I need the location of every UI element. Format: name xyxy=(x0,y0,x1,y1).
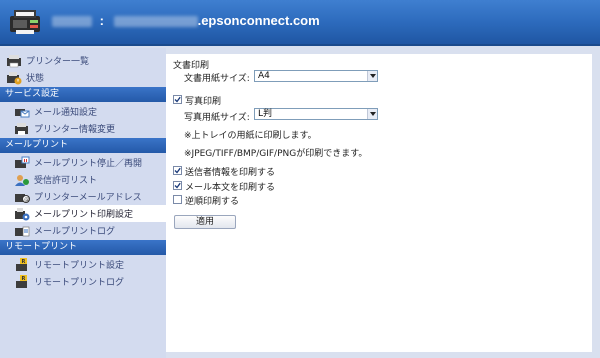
sidebar-item-status[interactable]: 状態 xyxy=(0,69,166,86)
svg-text:@: @ xyxy=(24,197,29,203)
svg-text:R: R xyxy=(22,276,26,282)
printer-list-icon xyxy=(7,54,21,67)
sidebar-item-printer-mail-address[interactable]: @ プリンターメールアドレス xyxy=(0,188,166,205)
sidebar-item-mail-notify[interactable]: メール通知設定 xyxy=(0,103,166,120)
allow-list-icon xyxy=(15,174,29,186)
doc-paper-size-value: A4 xyxy=(258,71,270,81)
email-print-log-icon xyxy=(15,226,30,236)
sidebar-item-remote-print-log[interactable]: R リモートプリントログ xyxy=(0,273,166,290)
photo-paper-size-label: 写真用紙サイズ: xyxy=(184,113,250,123)
sidebar-item-remote-print-settings[interactable]: R リモートプリント設定 xyxy=(0,256,166,273)
chevron-down-icon xyxy=(367,71,377,81)
photo-print-label: 写真印刷 xyxy=(185,97,222,107)
email-print-settings-icon xyxy=(15,207,30,220)
sidebar-item-label: リモートプリントログ xyxy=(34,278,125,288)
mail-notify-icon xyxy=(15,108,30,117)
note-upper-tray: ※上トレイの用紙に印刷します。 xyxy=(184,131,317,141)
email-print-settings-panel: 文書印刷 文書用紙サイズ: A4 写真印刷 写真用紙サイズ: L判 ※上トレイの… xyxy=(166,54,592,352)
section-remote-print: リモートプリント xyxy=(0,240,166,255)
note-supported-formats: ※JPEG/TIFF/BMP/GIF/PNGが印刷できます。 xyxy=(184,149,368,159)
redacted-printer-name xyxy=(52,16,92,28)
print-sender-info-checkbox[interactable] xyxy=(173,166,182,175)
section-service-settings: サービス設定 xyxy=(0,87,166,102)
printer-status-icon xyxy=(7,71,22,84)
reverse-print-label: 逆順印刷する xyxy=(185,197,240,207)
sidebar-item-label: メール通知設定 xyxy=(34,108,98,118)
sidebar-item-label: リモートプリント設定 xyxy=(34,261,125,271)
sidebar: プリンター一覧 状態 サービス設定 メール通知設定 プリンター情報変更 メールプ… xyxy=(0,48,166,358)
sidebar-item-allow-list[interactable]: 受信許可リスト xyxy=(0,171,166,188)
reverse-print-checkbox[interactable] xyxy=(173,195,182,204)
print-mail-body-label: メール本文を印刷する xyxy=(185,183,276,193)
chevron-down-icon xyxy=(367,109,377,119)
doc-paper-size-label: 文書用紙サイズ: xyxy=(184,74,250,84)
sidebar-item-printer-info[interactable]: プリンター情報変更 xyxy=(0,120,166,137)
sidebar-item-email-pause[interactable]: メールプリント停止／再開 xyxy=(0,154,166,171)
photo-paper-size-select[interactable]: L判 xyxy=(254,108,378,120)
header-domain: .epsonconnect.com xyxy=(197,13,320,28)
sidebar-item-label: プリンター一覧 xyxy=(26,57,90,67)
sidebar-item-email-print-settings[interactable]: メールプリント印刷設定 xyxy=(0,205,166,222)
sidebar-item-label: メールプリント停止／再開 xyxy=(34,159,143,169)
sidebar-item-label: メールプリント印刷設定 xyxy=(34,210,134,220)
apply-button[interactable]: 適用 xyxy=(174,215,236,229)
remote-print-log-icon: R xyxy=(16,274,27,288)
photo-print-checkbox[interactable] xyxy=(173,95,182,104)
header-separator: : xyxy=(99,13,104,28)
checkmark-icon xyxy=(174,167,181,174)
sidebar-item-printer-list[interactable]: プリンター一覧 xyxy=(0,52,166,69)
checkmark-icon xyxy=(174,182,181,189)
svg-text:R: R xyxy=(22,259,26,265)
sidebar-item-email-print-log[interactable]: メールプリントログ xyxy=(0,222,166,239)
section-email-print: メールプリント xyxy=(0,138,166,153)
doc-paper-size-select[interactable]: A4 xyxy=(254,70,378,82)
remote-print-settings-icon: R xyxy=(16,257,27,271)
checkmark-icon xyxy=(174,96,181,103)
print-mail-body-checkbox[interactable] xyxy=(173,181,182,190)
print-sender-info-label: 送信者情報を印刷する xyxy=(185,168,276,178)
email-pause-icon xyxy=(15,156,30,168)
redacted-email-user xyxy=(113,16,198,28)
sidebar-item-label: 状態 xyxy=(26,74,45,84)
header-bar: : .epsonconnect.com xyxy=(0,0,600,46)
sidebar-item-label: プリンター情報変更 xyxy=(34,125,116,135)
header-title: : .epsonconnect.com xyxy=(52,13,320,28)
sidebar-item-label: 受信許可リスト xyxy=(34,176,98,186)
printer-icon xyxy=(10,10,40,34)
sidebar-item-label: メールプリントログ xyxy=(34,227,116,237)
printer-info-icon xyxy=(15,122,28,135)
sidebar-item-label: プリンターメールアドレス xyxy=(34,193,142,203)
photo-paper-size-value: L判 xyxy=(258,109,273,119)
doc-print-heading: 文書印刷 xyxy=(173,61,210,71)
printer-mail-address-icon: @ xyxy=(15,193,30,203)
